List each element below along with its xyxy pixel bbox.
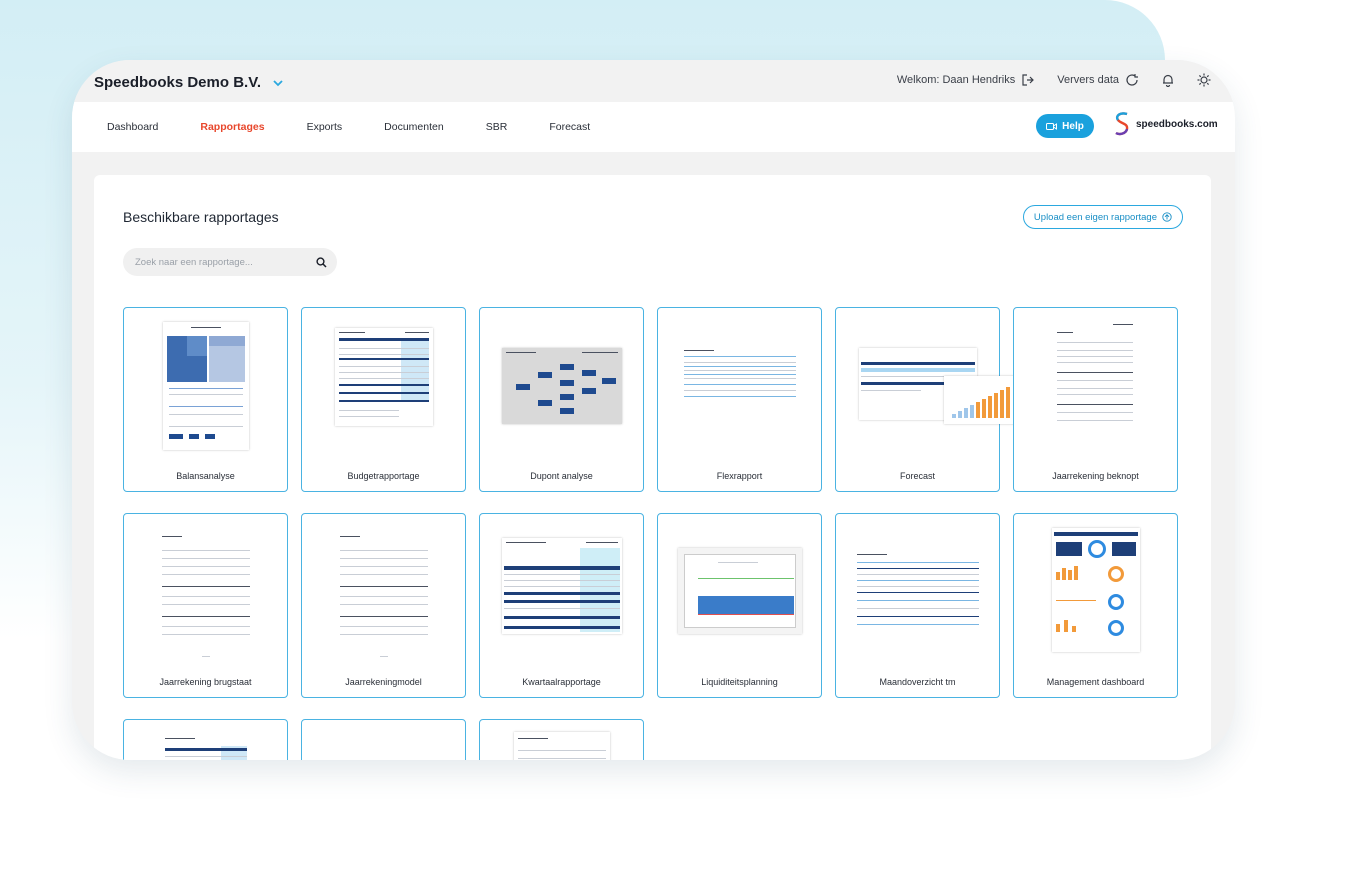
report-label: Balansanalyse bbox=[176, 471, 235, 481]
report-thumbnail bbox=[677, 548, 802, 634]
welcome-text: Welkom: Daan Hendriks bbox=[896, 74, 1016, 86]
report-label: Kwartaalrapportage bbox=[522, 677, 601, 687]
upload-icon bbox=[1162, 212, 1172, 222]
refresh-icon bbox=[1126, 74, 1138, 86]
report-thumbnail bbox=[681, 348, 798, 404]
refresh-label: Ververs data bbox=[1057, 74, 1119, 86]
report-label: Jaarrekening beknopt bbox=[1052, 471, 1139, 481]
report-label: Jaarrekening brugstaat bbox=[159, 677, 252, 687]
report-card-kwartaalrapportage[interactable]: Kwartaalrapportage bbox=[479, 513, 644, 698]
nav-forecast[interactable]: Forecast bbox=[549, 121, 590, 133]
report-card-13[interactable] bbox=[123, 719, 288, 760]
report-label: Jaarrekeningmodel bbox=[345, 677, 422, 687]
report-card-management-dashboard[interactable]: Management dashboard bbox=[1013, 513, 1178, 698]
nav-documenten[interactable]: Documenten bbox=[384, 121, 444, 133]
nav-dashboard[interactable]: Dashboard bbox=[107, 121, 158, 133]
report-card-14[interactable] bbox=[301, 719, 466, 760]
upload-label: Upload een eigen rapportage bbox=[1033, 211, 1157, 223]
report-thumbnail bbox=[157, 526, 254, 662]
nav-exports[interactable]: Exports bbox=[307, 121, 343, 133]
report-thumbnail bbox=[501, 538, 622, 634]
speedbooks-logo-icon bbox=[1115, 112, 1129, 136]
report-card-forecast[interactable]: Forecast bbox=[835, 307, 1016, 492]
report-label: Flexrapport bbox=[716, 471, 763, 481]
report-thumbnail bbox=[1051, 528, 1140, 652]
report-label: Management dashboard bbox=[1046, 677, 1145, 687]
help-button[interactable]: Help bbox=[1036, 114, 1094, 138]
search-icon[interactable] bbox=[316, 256, 327, 268]
logout-button[interactable]: Welkom: Daan Hendriks bbox=[897, 73, 1035, 87]
video-icon bbox=[1046, 122, 1058, 130]
report-card-jaarrekening-beknopt[interactable]: Jaarrekening beknopt bbox=[1013, 307, 1178, 492]
report-card-dupont[interactable]: Dupont analyse bbox=[479, 307, 644, 492]
page-title: Beschikbare rapportages bbox=[123, 209, 279, 225]
report-card-jaarrekeningmodel[interactable]: Jaarrekeningmodel bbox=[301, 513, 466, 698]
report-thumbnail bbox=[335, 526, 432, 662]
report-thumbnail bbox=[162, 322, 249, 450]
report-thumbnail bbox=[513, 732, 610, 760]
report-thumbnail bbox=[162, 736, 249, 760]
report-label: Liquiditeitsplanning bbox=[701, 677, 778, 687]
report-card-maandoverzicht[interactable]: Maandoverzicht tm bbox=[835, 513, 1000, 698]
report-thumbnail bbox=[501, 348, 622, 424]
search-box bbox=[123, 248, 337, 276]
report-card-15[interactable] bbox=[479, 719, 644, 760]
theme-toggle[interactable] bbox=[1197, 73, 1211, 87]
search-input[interactable] bbox=[133, 255, 307, 269]
app-window: Speedbooks Demo B.V. Welkom: Daan Hendri… bbox=[72, 60, 1235, 760]
logout-icon bbox=[1022, 74, 1035, 86]
help-label: Help bbox=[1062, 120, 1084, 132]
chevron-down-icon bbox=[273, 79, 283, 86]
refresh-button[interactable]: Ververs data bbox=[1057, 73, 1139, 87]
report-thumbnail bbox=[334, 328, 433, 426]
report-card-budgetrapportage[interactable]: Budgetrapportage bbox=[301, 307, 466, 492]
report-label: Dupont analyse bbox=[530, 471, 593, 481]
forecast-chart-thumbnail bbox=[944, 376, 1016, 424]
main-nav: Dashboard Rapportages Exports Documenten… bbox=[72, 102, 1235, 152]
top-bar: Speedbooks Demo B.V. Welkom: Daan Hendri… bbox=[72, 60, 1235, 102]
company-name: Speedbooks Demo B.V. bbox=[94, 74, 261, 91]
report-thumbnail bbox=[1052, 322, 1139, 434]
sun-icon bbox=[1197, 73, 1211, 87]
speedbooks-logo: speedbooks.com bbox=[1112, 111, 1218, 137]
report-label: Maandoverzicht tm bbox=[879, 677, 956, 687]
reports-panel: Beschikbare rapportages Upload een eigen… bbox=[94, 175, 1211, 760]
nav-rapportages[interactable]: Rapportages bbox=[200, 121, 264, 133]
nav-sbr[interactable]: SBR bbox=[486, 121, 508, 133]
report-label: Forecast bbox=[899, 471, 935, 481]
report-card-jaarrekening-brugstaat[interactable]: Jaarrekening brugstaat bbox=[123, 513, 288, 698]
report-label: Budgetrapportage bbox=[347, 471, 420, 481]
logo-text: speedbooks.com bbox=[1136, 118, 1218, 130]
upload-report-button[interactable]: Upload een eigen rapportage bbox=[1022, 205, 1183, 229]
report-card-flexrapport[interactable]: Flexrapport bbox=[657, 307, 822, 492]
report-thumbnail bbox=[854, 552, 981, 630]
company-selector[interactable]: Speedbooks Demo B.V. bbox=[94, 74, 285, 91]
report-card-liquiditeitsplanning[interactable]: Liquiditeitsplanning bbox=[657, 513, 822, 698]
bell-icon bbox=[1163, 74, 1173, 87]
report-card-balansanalyse[interactable]: Balansanalyse bbox=[123, 307, 288, 492]
notifications-button[interactable] bbox=[1161, 73, 1175, 87]
